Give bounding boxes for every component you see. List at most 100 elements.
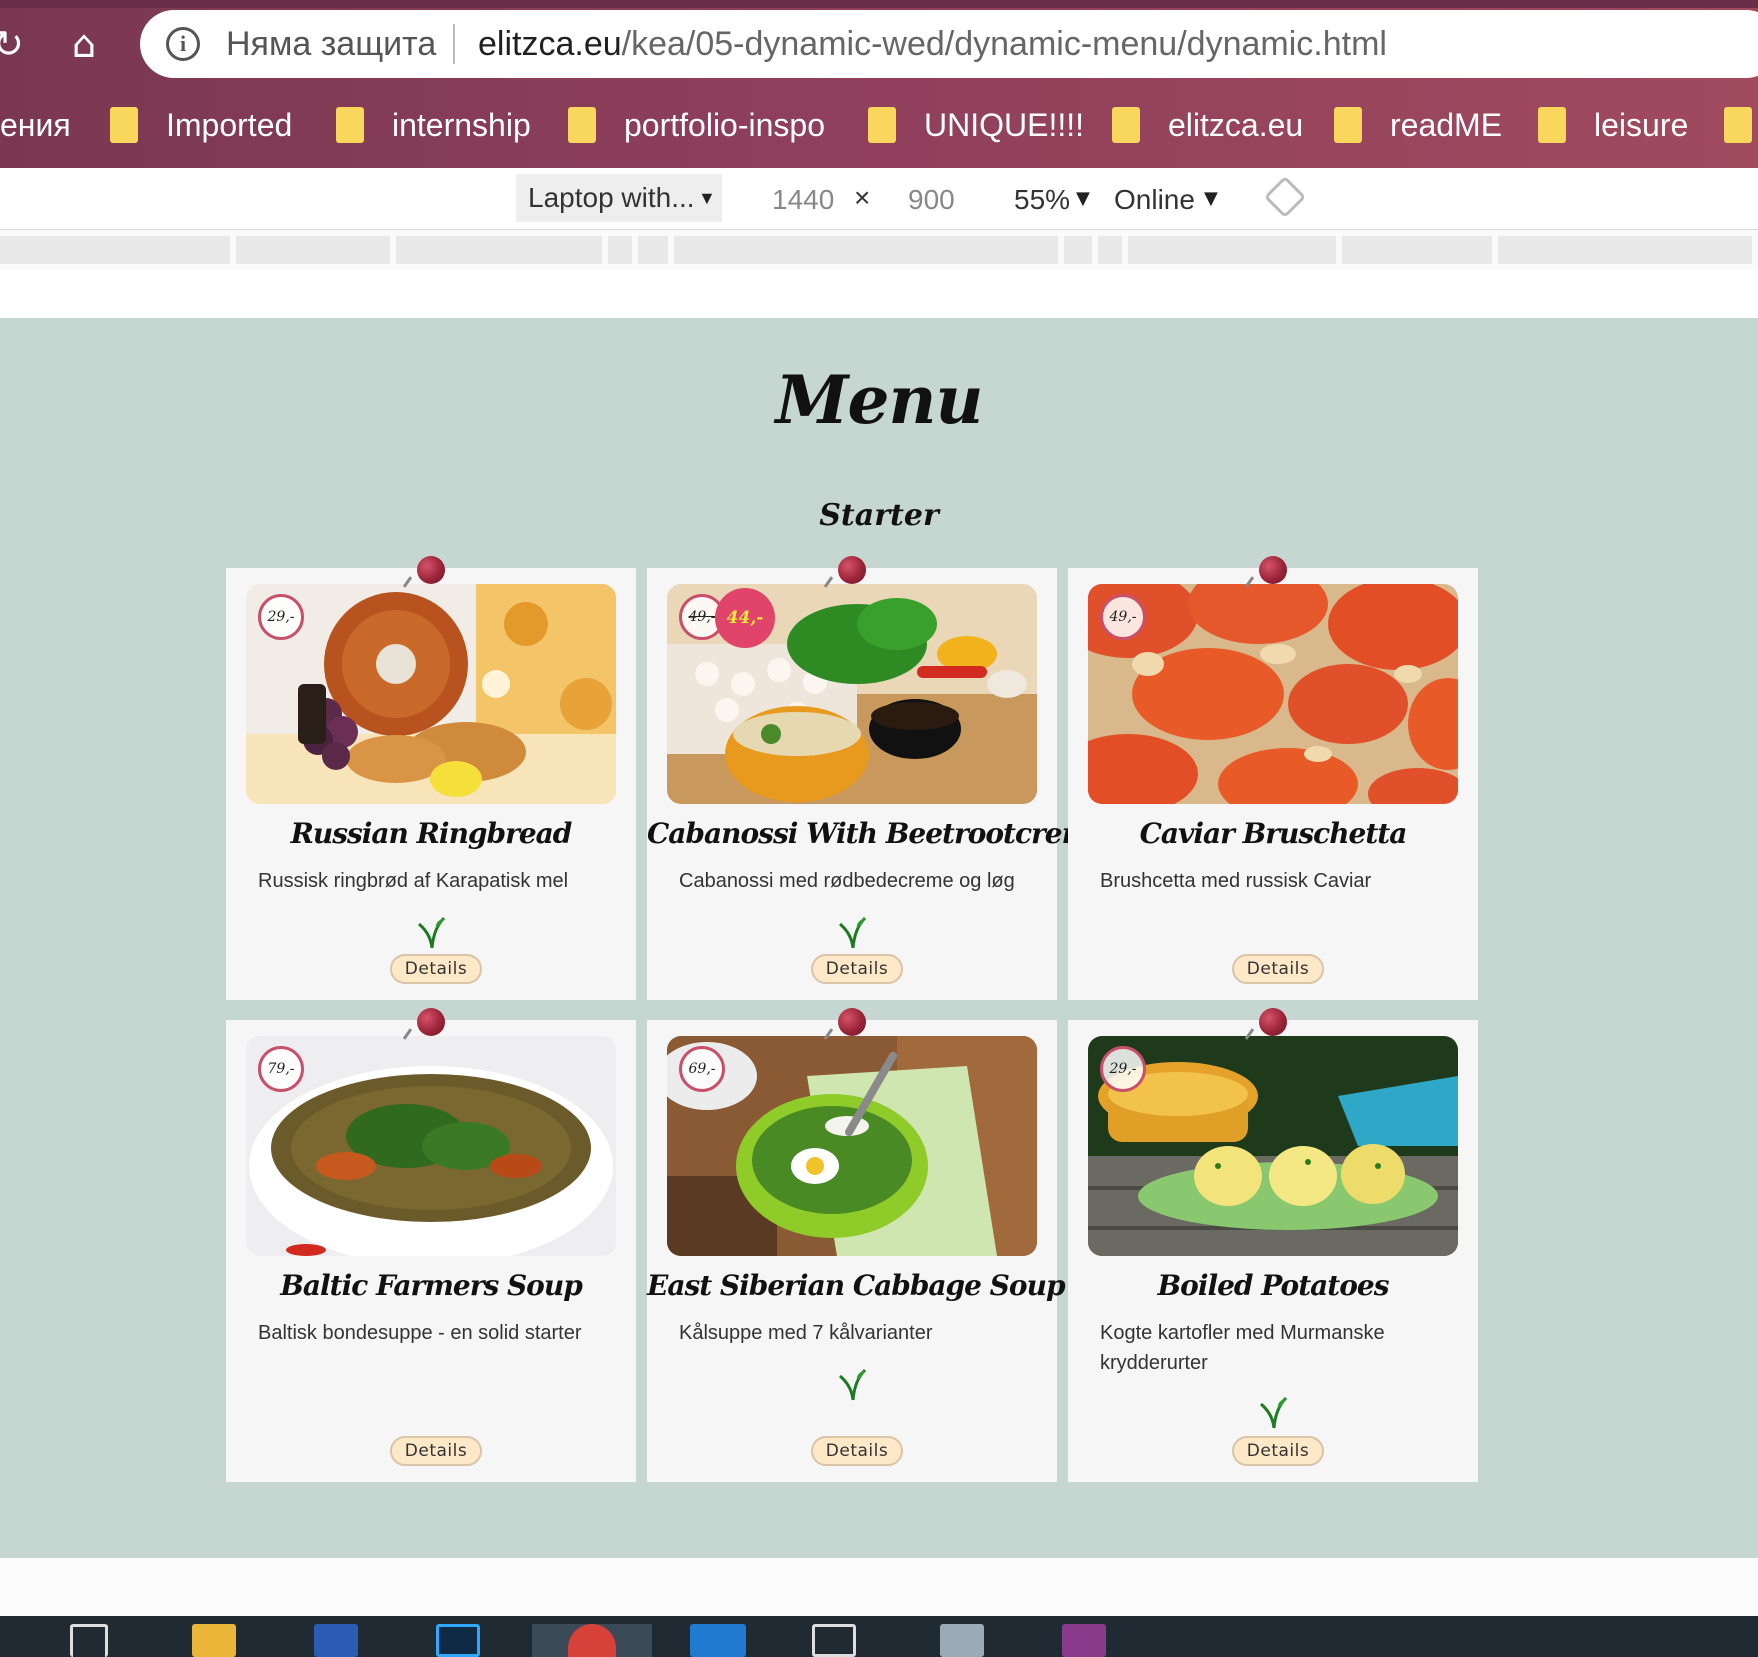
bookmarks-bar: ения Imported internship portfolio-inspo… <box>0 96 1758 152</box>
photoshop-icon[interactable] <box>436 1624 480 1657</box>
menu-card[interactable]: 29,- Boiled Potatoes Kogte kartofler med… <box>1068 1008 1478 1482</box>
device-select-value: Laptop with... <box>528 182 695 213</box>
device-toolbar: Laptop with... ▼ 1440 × 900 55% ▼ Online… <box>0 168 1758 230</box>
url-path: /kea/05-dynamic-wed/dynamic-menu/dynamic… <box>621 25 1387 63</box>
info-icon[interactable]: i <box>166 27 200 61</box>
media-query-segment[interactable] <box>1064 236 1092 264</box>
reload-icon[interactable]: ↻ <box>0 22 30 66</box>
dish-description: Russisk ringbrød af Karapatisk mel <box>258 870 569 892</box>
price-badge: 29,- <box>1100 1046 1146 1092</box>
details-button[interactable]: Details <box>811 1436 903 1466</box>
vegetarian-sprout-icon <box>418 916 446 949</box>
device-select[interactable]: Laptop with... ▼ <box>516 174 722 222</box>
page-title: Menu <box>775 361 983 439</box>
home-icon[interactable]: ⌂ <box>62 22 106 66</box>
browser-chrome: ↻ ⌂ i Няма защита elitzca.eu/kea/05-dyna… <box>0 0 1758 168</box>
dish-name: Caviar Bruschetta <box>1139 817 1408 850</box>
bookmark-label: portfolio-inspo <box>624 107 825 143</box>
folder-icon <box>110 107 138 143</box>
bookmark-folder-internship[interactable]: internship <box>336 102 531 148</box>
details-button[interactable]: Details <box>390 954 482 984</box>
folder-icon <box>568 107 596 143</box>
folder-icon <box>1538 107 1566 143</box>
bookmark-folder-portfolio-inspo[interactable]: portfolio-inspo <box>568 102 825 148</box>
vegetarian-sprout-icon <box>839 916 867 949</box>
chevron-down-icon: ▼ <box>1076 188 1090 209</box>
viewport-top-margin <box>0 270 1758 320</box>
tab-strip-edge <box>0 0 1758 8</box>
dimension-times: × <box>854 182 871 213</box>
folder-icon <box>1334 107 1362 143</box>
price-badge: 29,- <box>258 594 304 640</box>
rotate-icon[interactable] <box>1263 175 1307 219</box>
price-badge: 79,- <box>258 1046 304 1092</box>
vegetarian-sprout-icon <box>839 1368 867 1401</box>
details-button[interactable]: Details <box>390 1436 482 1466</box>
bookmark-folder-readme[interactable]: readME <box>1334 102 1502 148</box>
section-title: Starter <box>819 498 939 533</box>
pin-icon <box>1259 1008 1287 1036</box>
winrar-icon[interactable] <box>1062 1624 1106 1657</box>
bookmark-folder-imported[interactable]: Imported <box>110 102 292 148</box>
file-explorer-icon[interactable] <box>192 1624 236 1657</box>
vscode-icon[interactable] <box>690 1624 746 1657</box>
media-query-segment[interactable] <box>638 236 668 264</box>
task-view-icon[interactable] <box>70 1624 108 1657</box>
bookmark-label: leisure <box>1594 107 1689 143</box>
menu-card[interactable]: 79,- Baltic Farmers Soup Baltisk bondesu… <box>226 1008 636 1482</box>
media-query-segment[interactable] <box>1342 236 1492 264</box>
media-query-segment[interactable] <box>674 236 1058 264</box>
network-throttle-select[interactable]: Online <box>1114 184 1195 216</box>
bookmark-folder-leisure[interactable]: leisure <box>1538 102 1688 148</box>
dish-description: Brushcetta med russisk Caviar <box>1100 870 1372 892</box>
pin-icon <box>838 556 866 584</box>
omnibox-separator <box>453 24 455 64</box>
menu-card[interactable]: 49,- 44,- Cabanossi With Beetrootcreme C… <box>647 556 1108 1000</box>
security-status[interactable]: Няма защита <box>226 24 436 64</box>
media-query-segment[interactable] <box>0 236 230 264</box>
details-button[interactable]: Details <box>1232 1436 1324 1466</box>
media-query-segment[interactable] <box>1098 236 1122 264</box>
bookmark-label: ения <box>0 107 71 143</box>
url-host: elitzca.eu <box>478 25 622 63</box>
address-bar[interactable]: i Няма защита elitzca.eu/kea/05-dynamic-… <box>140 10 1758 78</box>
word-icon[interactable] <box>314 1624 358 1657</box>
bookmark-label: internship <box>392 107 531 143</box>
discount-price-badge: 44,- <box>715 588 775 648</box>
details-button[interactable]: Details <box>1232 954 1324 984</box>
media-query-segment[interactable] <box>396 236 602 264</box>
media-query-segment[interactable] <box>608 236 632 264</box>
price-badge: 49,- <box>1100 594 1146 640</box>
image-viewer-icon[interactable] <box>812 1624 856 1657</box>
viewport-bottom-margin <box>0 1558 1758 1616</box>
bookmark-label: elitzca.eu <box>1168 107 1304 143</box>
zoom-select[interactable]: 55% <box>1014 184 1070 216</box>
url-text[interactable]: elitzca.eu/kea/05-dynamic-wed/dynamic-me… <box>478 24 1387 64</box>
pin-icon <box>838 1008 866 1036</box>
media-query-bar <box>0 230 1758 270</box>
bookmark-folder-elitzca[interactable]: elitzca.eu <box>1112 102 1303 148</box>
notepad-icon[interactable] <box>940 1624 984 1657</box>
bookmark-item[interactable]: ения <box>0 102 71 148</box>
bookmark-folder-overflow[interactable] <box>1724 102 1758 148</box>
folder-icon <box>336 107 364 143</box>
menu-card[interactable]: 49,- Caviar Bruschetta Brushcetta med ru… <box>1068 556 1478 1000</box>
menu-card[interactable]: 69,- East Siberian Cabbage Soup Kålsuppe… <box>647 1008 1066 1482</box>
menu-card[interactable]: 29,- Russian Ringbread Russisk ringbrød … <box>226 556 636 1000</box>
dish-name: Cabanossi With Beetrootcreme <box>647 817 1108 850</box>
os-taskbar <box>0 1616 1758 1657</box>
media-query-segment[interactable] <box>1128 236 1336 264</box>
dish-description: Kogte kartofler med Murmanske krydderurt… <box>1100 1322 1385 1374</box>
device-width-input[interactable]: 1440 <box>772 184 834 216</box>
dish-name: Russian Ringbread <box>290 817 573 850</box>
dish-name: Baltic Farmers Soup <box>280 1269 583 1302</box>
pin-icon <box>417 1008 445 1036</box>
bookmark-folder-unique[interactable]: UNIQUE!!!! <box>868 102 1084 148</box>
folder-icon <box>1724 107 1752 143</box>
details-button[interactable]: Details <box>811 954 903 984</box>
dish-description: Baltisk bondesuppe - en solid starter <box>258 1322 582 1344</box>
device-height-input[interactable]: 900 <box>908 184 955 216</box>
dish-name: East Siberian Cabbage Soup <box>647 1269 1066 1302</box>
media-query-segment[interactable] <box>1498 236 1752 264</box>
media-query-segment[interactable] <box>236 236 390 264</box>
